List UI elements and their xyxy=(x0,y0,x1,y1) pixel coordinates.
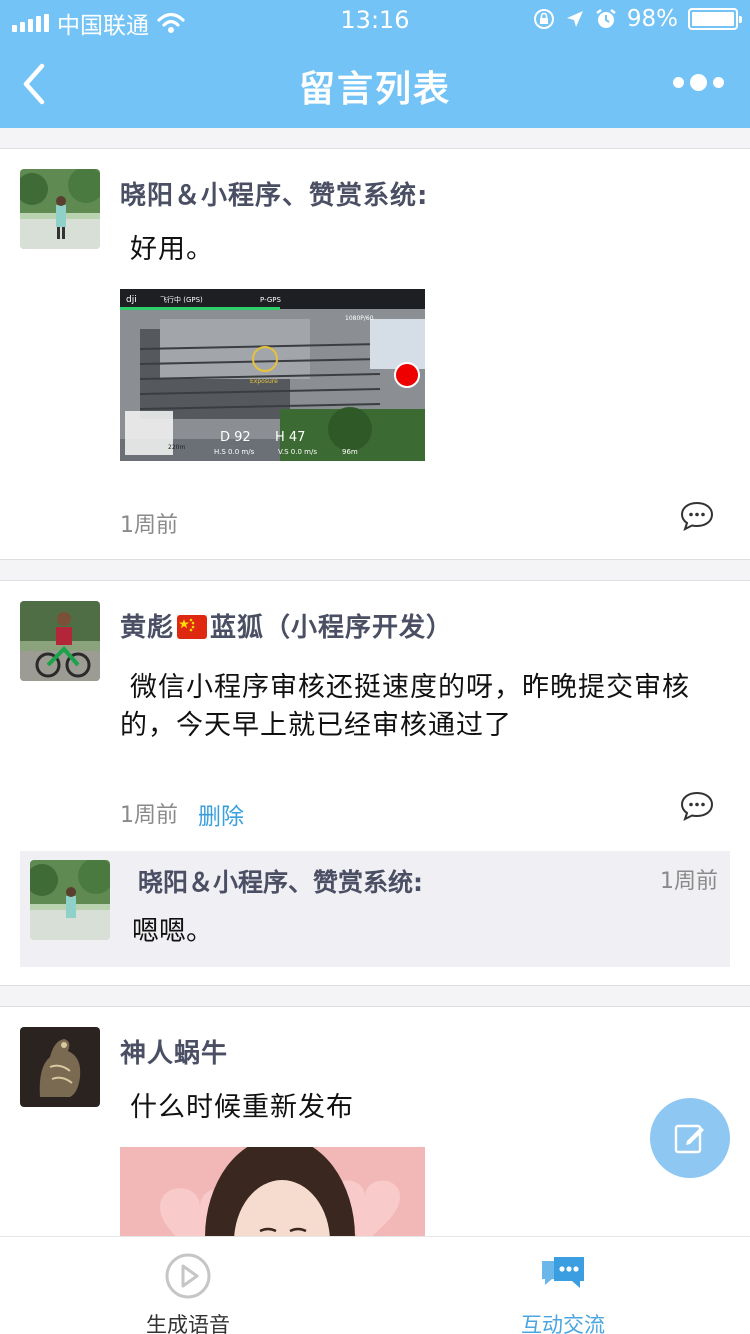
drone-dist: 220m xyxy=(168,444,185,451)
drone-h: H 47 xyxy=(275,430,305,445)
post-time: 1周前 xyxy=(120,513,178,538)
message-list[interactable]: 晓阳＆小程序、赞赏系统: 好用。 dji 飞行中 (GPS) P-GPS 108… xyxy=(0,128,750,1236)
drone-res: 1080P/60 xyxy=(345,315,374,322)
author-name[interactable]: 晓阳＆小程序、赞赏系统: xyxy=(120,175,428,212)
message-image[interactable]: dji 飞行中 (GPS) P-GPS 1080P/60 Exposure 22… xyxy=(120,289,425,461)
rotation-lock-icon xyxy=(533,9,554,29)
comment-icon[interactable] xyxy=(680,501,714,531)
tab-label: 生成语音 xyxy=(146,1313,230,1334)
drone-gps: P-GPS xyxy=(260,296,281,304)
tab-label: 互动交流 xyxy=(521,1313,605,1334)
reply-avatar[interactable] xyxy=(30,860,110,940)
message-card: 神人蜗牛 什么时候重新发布 xyxy=(0,1006,750,1236)
reply-box: 晓阳＆小程序、赞赏系统: 1周前 嗯嗯。 xyxy=(20,851,730,967)
edit-icon xyxy=(674,1124,704,1154)
message-text: 好用。 xyxy=(130,234,214,265)
svg-text:dji: dji xyxy=(126,295,137,305)
china-flag-icon xyxy=(177,615,208,646)
tab-generate-voice[interactable]: 生成语音 xyxy=(38,1237,338,1334)
page-title: 留言列表 xyxy=(298,69,451,110)
status-right: 98% xyxy=(533,6,742,32)
author-first: 黄彪 xyxy=(120,613,175,643)
drone-mini: 96m xyxy=(342,448,358,456)
reply-text: 嗯嗯。 xyxy=(132,916,213,947)
compose-button[interactable] xyxy=(650,1098,730,1178)
top-bar: 中国联通 13:16 98% 留言列表 xyxy=(0,0,750,128)
avatar[interactable] xyxy=(20,1027,100,1107)
reply-time: 1周前 xyxy=(660,869,718,894)
more-menu-icon[interactable] xyxy=(673,74,724,91)
battery-percent: 98% xyxy=(626,6,678,32)
message-image[interactable] xyxy=(120,1147,425,1236)
message-card: 黄彪 蓝狐（小程序开发） 微信小程序审核还挺速度的呀，昨晚提交审核的，今天早上就已… xyxy=(0,580,750,986)
alarm-icon xyxy=(596,9,616,28)
author-name[interactable]: 黄彪 蓝狐（小程序开发） xyxy=(120,607,453,646)
tab-interactive-chat[interactable]: 互动交流 xyxy=(413,1237,713,1334)
message-text: 微信小程序审核还挺速度的呀，昨晚提交审核的，今天早上就已经审核通过了 xyxy=(120,672,690,741)
drone-hs: H.S 0.0 m/s xyxy=(214,448,255,456)
message-card: 晓阳＆小程序、赞赏系统: 好用。 dji 飞行中 (GPS) P-GPS 108… xyxy=(0,148,750,560)
author-suffix: 蓝狐（小程序开发） xyxy=(210,613,454,643)
delete-link[interactable]: 删除 xyxy=(198,797,244,831)
drone-d: D 92 xyxy=(220,430,251,445)
drone-vs: V.S 0.0 m/s xyxy=(278,448,317,456)
message-text: 什么时候重新发布 xyxy=(130,1092,354,1123)
chat-bubbles-icon xyxy=(542,1257,584,1288)
drone-mode: 飞行中 (GPS) xyxy=(160,295,203,304)
avatar[interactable] xyxy=(20,601,100,681)
comment-icon[interactable] xyxy=(680,791,714,821)
avatar[interactable] xyxy=(20,169,100,249)
nav-bar: 留言列表 xyxy=(0,40,750,128)
battery-icon xyxy=(688,8,742,30)
post-time: 1周前 xyxy=(120,803,178,828)
author-name[interactable]: 神人蜗牛 xyxy=(120,1033,228,1070)
status-bar: 中国联通 13:16 98% xyxy=(0,0,750,40)
reply-author[interactable]: 晓阳＆小程序、赞赏系统: xyxy=(138,863,423,899)
location-icon xyxy=(566,11,583,27)
drone-exposure: Exposure xyxy=(250,378,278,385)
tab-bar: 生成语音 互动交流 xyxy=(0,1236,750,1334)
play-circle-icon xyxy=(165,1253,211,1299)
